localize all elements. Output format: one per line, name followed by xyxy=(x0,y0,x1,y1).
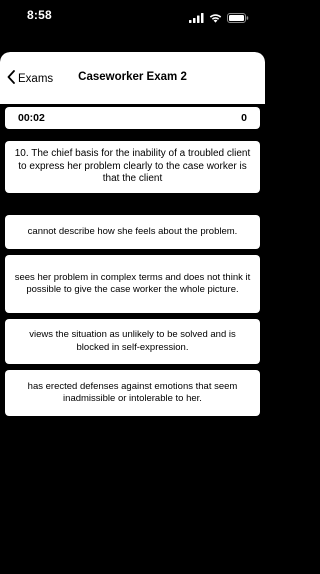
answer-option-3[interactable]: views the situation as unlikely to be so… xyxy=(5,319,260,364)
answer-text: sees her problem in complex terms and do… xyxy=(14,271,251,296)
battery-icon xyxy=(227,10,249,28)
exam-sheet: Exams Caseworker Exam 2 00:02 0 10. The … xyxy=(0,52,265,574)
timer: 00:02 xyxy=(18,112,45,124)
question-card: 10. The chief basis for the inability of… xyxy=(5,141,260,193)
navigation-bar: Exams Caseworker Exam 2 xyxy=(0,52,265,104)
cellular-signal-icon xyxy=(189,10,204,28)
question-text: 10. The chief basis for the inability of… xyxy=(14,148,251,185)
status-bar: 8:58 xyxy=(0,0,265,52)
page-title: Caseworker Exam 2 xyxy=(78,71,187,83)
answer-text: has erected defenses against emotions th… xyxy=(27,380,238,405)
answer-option-2[interactable]: sees her problem in complex terms and do… xyxy=(5,255,260,313)
answer-text: cannot describe how she feels about the … xyxy=(27,225,238,237)
timer-score-bar: 00:02 0 xyxy=(5,107,260,129)
status-time: 8:58 xyxy=(27,8,52,22)
score: 0 xyxy=(241,112,247,124)
wifi-icon xyxy=(209,10,222,28)
answer-text: views the situation as unlikely to be so… xyxy=(29,329,236,353)
status-icons xyxy=(189,10,249,28)
answer-option-1[interactable]: cannot describe how she feels about the … xyxy=(5,215,260,249)
answer-option-4[interactable]: has erected defenses against emotions th… xyxy=(5,370,260,416)
